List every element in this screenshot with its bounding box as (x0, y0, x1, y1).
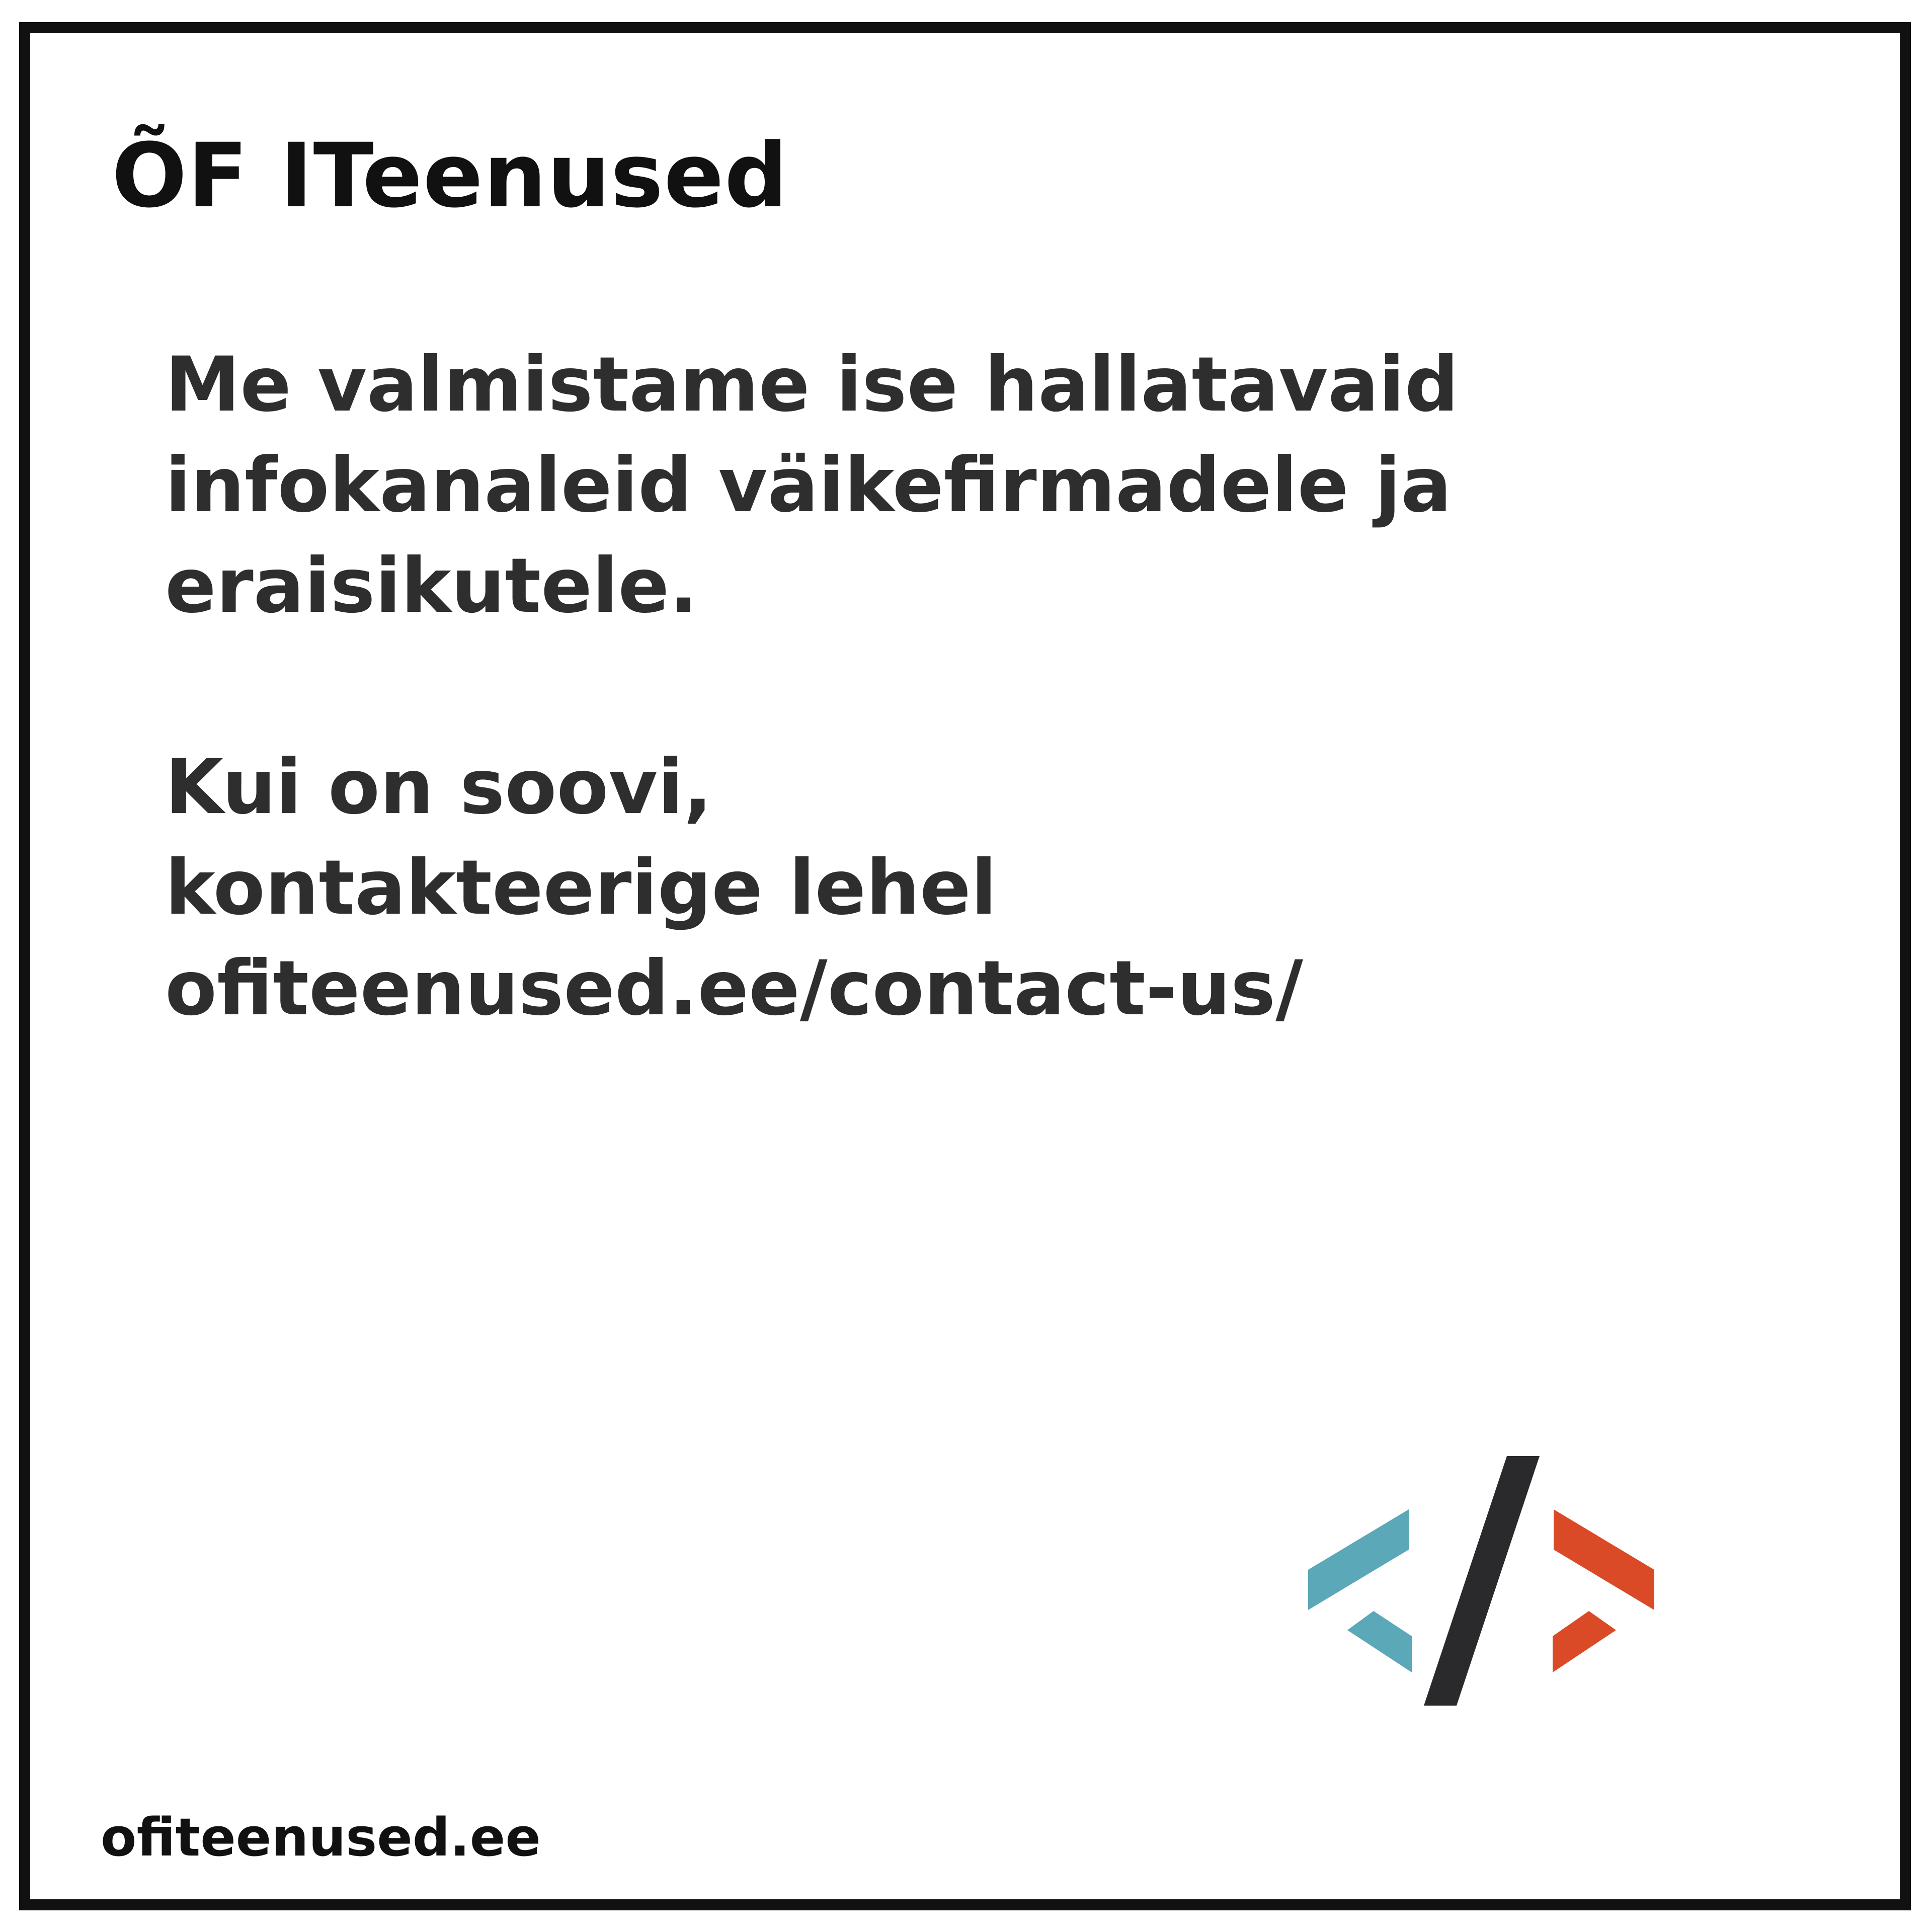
left-chevron-bottom (1347, 1611, 1412, 1672)
message-line: infokanaleid väikefirmadele ja (165, 442, 1452, 529)
right-chevron-bottom (1553, 1611, 1616, 1672)
promo-card: ÕF ITeenused Me valmistame ise hallatava… (0, 0, 1932, 1932)
footer-website-link[interactable]: ofiteenused.ee (101, 1811, 541, 1864)
message-line: kontakteerige lehel (165, 844, 997, 932)
message-line: Me valmistame ise hallatavaid (165, 341, 1459, 429)
code-slash-icon (1308, 1456, 1654, 1706)
message-line: eraisikutele. (165, 542, 698, 630)
slash-stroke (1424, 1456, 1540, 1706)
left-chevron-top (1308, 1509, 1409, 1610)
message-block: Me valmistame ise hallatavaid infokanale… (165, 335, 1725, 1039)
right-chevron-top (1554, 1509, 1654, 1610)
brand-title: ÕF ITeenused (112, 124, 788, 227)
message-line: Kui on soovi, (165, 744, 712, 831)
contact-url[interactable]: ofiteenused.ee/contact-us/ (165, 938, 1725, 1039)
